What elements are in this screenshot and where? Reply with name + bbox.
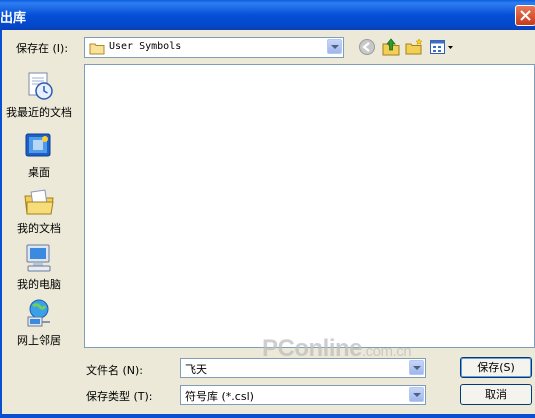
place-my-documents[interactable]: 我的文档 (2, 186, 76, 236)
up-one-level-button[interactable] (381, 37, 403, 57)
save-in-value: User Symbols (109, 41, 182, 52)
filetype-dropdown[interactable]: 符号库 (*.csl) (180, 385, 426, 405)
save-in-label: 保存在 (I): (16, 42, 69, 55)
places-bar: 我最近的文档 桌面 我的文档 我的电脑 网上邻居 (2, 62, 78, 362)
new-folder-button[interactable] (404, 37, 426, 57)
filetype-value: 符号库 (*.csl) (185, 390, 254, 403)
network-places-icon (27, 299, 50, 327)
my-documents-icon (24, 189, 54, 215)
view-menu-button[interactable] (429, 37, 455, 57)
filename-input[interactable]: 飞天 (180, 358, 426, 378)
place-label: 我的电脑 (17, 278, 61, 291)
filename-value: 飞天 (185, 363, 207, 376)
back-button[interactable] (358, 37, 378, 57)
my-computer-icon (26, 244, 51, 272)
place-label: 我的文档 (17, 222, 61, 235)
filetype-label: 保存类型 (T): (86, 390, 153, 403)
place-network-places[interactable]: 网上邻居 (2, 298, 76, 348)
chevron-down-icon[interactable] (409, 360, 424, 375)
window-frame-bottom (0, 414, 535, 418)
desktop-icon (25, 133, 51, 157)
up-folder-icon (382, 38, 400, 56)
save-in-dropdown[interactable]: User Symbols (84, 37, 344, 58)
save-button[interactable]: 保存(S) (460, 357, 532, 378)
recent-documents-icon (28, 72, 53, 100)
chevron-down-icon[interactable] (327, 39, 342, 54)
folder-icon (89, 43, 105, 55)
place-label: 我最近的文档 (6, 106, 72, 119)
file-list[interactable] (84, 64, 535, 348)
place-label: 桌面 (28, 166, 50, 179)
window-title: 出库 (0, 11, 27, 26)
view-menu-icon (430, 40, 453, 54)
filename-label: 文件名 (N): (86, 364, 144, 377)
close-icon (520, 10, 531, 21)
new-folder-icon (405, 38, 423, 55)
place-recent-documents[interactable]: 我最近的文档 (2, 70, 76, 120)
chevron-down-icon[interactable] (409, 387, 424, 402)
close-button[interactable] (515, 5, 535, 26)
cancel-button[interactable]: 取消 (460, 384, 532, 405)
title-bar[interactable]: 出库 (0, 0, 535, 30)
place-desktop[interactable]: 桌面 (2, 130, 76, 180)
back-icon (359, 39, 375, 55)
place-my-computer[interactable]: 我的电脑 (2, 242, 76, 292)
place-label: 网上邻居 (17, 334, 61, 347)
